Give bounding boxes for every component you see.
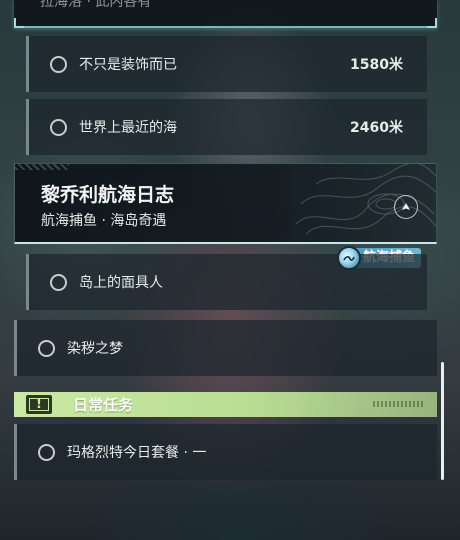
quest-label: 不只是装饰而已 <box>79 57 177 73</box>
exclamation-icon: ! <box>26 395 52 414</box>
card-corner-right <box>427 18 437 28</box>
card-corner-left <box>14 18 24 28</box>
quest-status-circle-icon <box>38 339 55 357</box>
navigation-arrow-glyph <box>402 203 410 210</box>
previous-quest-card[interactable]: 拉海洛 · 此内各有 <box>14 0 437 28</box>
quest-status-circle-icon <box>50 273 67 291</box>
wave-glyph <box>343 255 355 261</box>
quest-item[interactable]: 不只是装饰而已 1580米 <box>26 36 427 92</box>
quest-status-circle-icon <box>38 443 55 461</box>
quest-label: 岛上的面具人 <box>79 275 163 291</box>
previous-quest-title: 拉海洛 · 此内各有 <box>40 0 152 10</box>
event-title: 黎乔利航海日志 <box>41 184 175 206</box>
quest-label: 世界上最近的海 <box>79 120 177 136</box>
event-quest-card[interactable]: 黎乔利航海日志 航海捕鱼 · 海岛奇遇 <box>14 163 437 244</box>
quest-item[interactable]: 玛格烈特今日套餐 · 一 <box>14 424 437 480</box>
quest-status-circle-icon <box>50 55 67 73</box>
daily-quests-section-header[interactable]: ! 日常任务 <box>14 392 437 417</box>
section-title: 日常任务 <box>73 396 134 414</box>
quest-distance: 1580米 <box>350 57 403 73</box>
navigation-arrow-icon[interactable] <box>394 195 418 219</box>
decorative-stripes <box>15 164 69 170</box>
fishing-event-icon <box>337 245 361 270</box>
decorative-dash-pattern <box>373 401 423 407</box>
quest-status-circle-icon <box>50 118 67 136</box>
event-subtitle: 航海捕鱼 · 海岛奇遇 <box>41 213 167 229</box>
quest-label: 玛格烈特今日套餐 · 一 <box>67 445 207 461</box>
quest-distance: 2460米 <box>350 120 403 136</box>
scrollbar-thumb[interactable] <box>441 362 444 480</box>
quest-item[interactable]: 世界上最近的海 2460米 <box>26 99 427 155</box>
quest-item[interactable]: 岛上的面具人 <box>26 254 427 310</box>
quest-item[interactable]: 染秽之梦 <box>14 320 437 376</box>
quest-label: 染秽之梦 <box>67 341 123 357</box>
